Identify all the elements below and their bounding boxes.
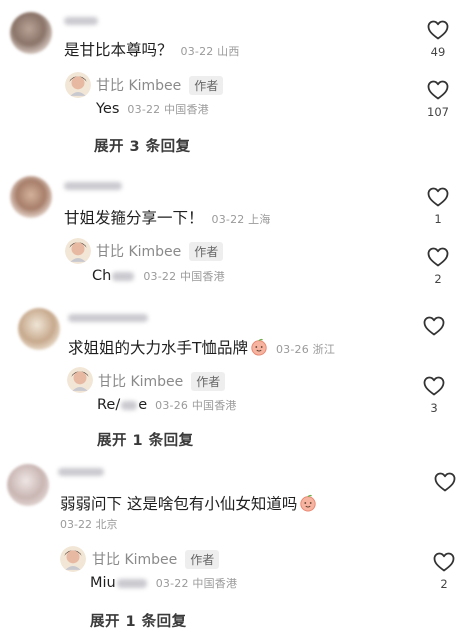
expand-replies-button[interactable]: 展开 1 条回复 — [90, 610, 187, 631]
reply-text[interactable]: Re/e 03-26 中国香港 — [97, 397, 237, 413]
reply-author-name[interactable]: 甘比 Kimbee 作者 — [96, 241, 224, 261]
commenter-name[interactable] — [64, 17, 98, 25]
like-button[interactable]: 2 — [429, 550, 459, 591]
like-button[interactable]: 2 — [423, 245, 453, 286]
comment-text[interactable]: 甘姐发箍分享一下！ 03-22 上海 — [64, 206, 271, 228]
like-count: 3 — [430, 401, 438, 415]
like-button[interactable]: 3 — [419, 374, 449, 415]
comment-meta: 03-26 浙江 — [275, 343, 336, 356]
like-count: 49 — [430, 45, 446, 59]
reply-text[interactable]: Ch 03-22 中国香港 — [92, 268, 225, 284]
commenter-avatar[interactable] — [7, 464, 49, 506]
author-badge: 作者 — [191, 372, 226, 391]
author-avatar[interactable] — [67, 367, 93, 393]
like-button[interactable]: 1 — [423, 185, 453, 226]
heart-outline-icon — [422, 314, 446, 338]
reply-author-name[interactable]: 甘比 Kimbee 作者 — [98, 371, 226, 391]
reply-author-name[interactable]: 甘比 Kimbee 作者 — [92, 549, 220, 569]
reply-meta: 03-22 中国香港 — [127, 103, 209, 116]
commenter-avatar[interactable] — [10, 12, 52, 54]
like-count: 2 — [434, 272, 442, 286]
peach-emoji-icon — [299, 494, 317, 512]
heart-outline-icon — [422, 374, 446, 398]
redacted-text — [121, 400, 138, 410]
reply-meta: 03-26 中国香港 — [155, 399, 237, 412]
author-avatar[interactable] — [60, 546, 86, 572]
commenter-name[interactable] — [58, 468, 104, 476]
heart-outline-icon — [426, 78, 450, 102]
like-count: 1 — [434, 212, 442, 226]
commenter-name[interactable] — [64, 182, 122, 190]
heart-outline-icon — [432, 550, 456, 574]
redacted-text — [112, 271, 135, 281]
author-badge: 作者 — [189, 242, 224, 261]
reply-text[interactable]: Miu 03-22 中国香港 — [90, 575, 237, 591]
heart-outline-icon — [426, 245, 450, 269]
like-button[interactable]: 49 — [423, 18, 453, 59]
heart-outline-icon — [433, 470, 457, 494]
comment-text[interactable]: 是甘比本尊吗？ 03-22 山西 — [64, 38, 240, 60]
commenter-avatar[interactable] — [18, 308, 60, 350]
like-button[interactable] — [430, 470, 460, 497]
comment-meta: 03-22 上海 — [211, 213, 271, 226]
author-badge: 作者 — [189, 76, 224, 95]
comment-meta: 03-22 山西 — [180, 45, 240, 58]
like-button[interactable]: 107 — [423, 78, 453, 119]
commenter-name[interactable] — [68, 314, 148, 322]
reply-meta: 03-22 中国香港 — [143, 270, 225, 283]
comment-text[interactable]: 弱弱问下 这是啥包有小仙女知道吗 — [60, 492, 317, 514]
like-count: 107 — [427, 105, 449, 119]
expand-replies-button[interactable]: 展开 3 条回复 — [94, 135, 191, 156]
peach-emoji-icon — [250, 338, 268, 356]
author-badge: 作者 — [185, 550, 220, 569]
comment-text[interactable]: 求姐姐的大力水手T恤品牌 03-26 浙江 — [68, 336, 335, 358]
heart-outline-icon — [426, 18, 450, 42]
like-button[interactable] — [419, 314, 449, 341]
expand-replies-button[interactable]: 展开 1 条回复 — [97, 429, 194, 450]
reply-meta: 03-22 中国香港 — [155, 577, 238, 590]
comment-meta: 03-22 北京 — [60, 518, 118, 531]
like-count: 2 — [440, 577, 448, 591]
commenter-avatar[interactable] — [10, 176, 52, 218]
author-avatar[interactable] — [65, 238, 91, 264]
author-avatar[interactable] — [65, 72, 91, 98]
heart-outline-icon — [426, 185, 450, 209]
redacted-text — [116, 578, 147, 588]
reply-author-name[interactable]: 甘比 Kimbee 作者 — [96, 75, 224, 95]
reply-text[interactable]: Yes 03-22 中国香港 — [96, 101, 209, 117]
